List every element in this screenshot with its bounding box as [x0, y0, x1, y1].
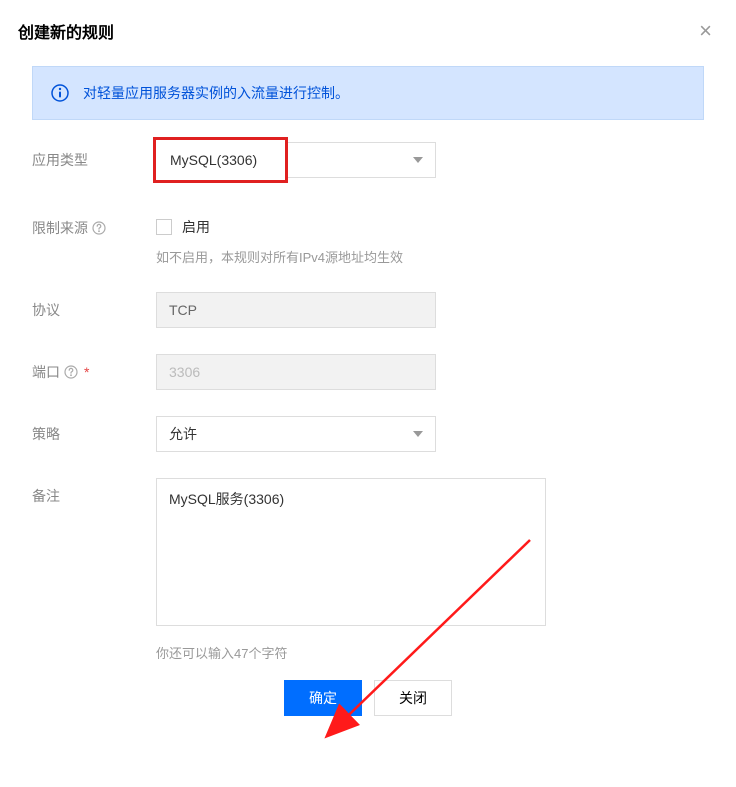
dialog-title: 创建新的规则 [18, 19, 114, 43]
remark-textarea[interactable] [156, 478, 546, 626]
info-banner: 对轻量应用服务器实例的入流量进行控制。 [32, 66, 704, 120]
label-app-type: 应用类型 [32, 142, 156, 170]
highlight-annotation: MySQL(3306) [153, 137, 288, 183]
restrict-source-checkbox-label: 启用 [182, 217, 210, 237]
restrict-source-hint: 如不启用，本规则对所有IPv4源地址均生效 [156, 247, 704, 266]
chevron-down-icon [413, 431, 423, 437]
remark-char-hint: 你还可以输入47个字符 [156, 643, 704, 662]
label-restrict-source: 限制来源 [32, 210, 156, 238]
policy-value: 允许 [169, 424, 197, 444]
dialog-header: 创建新的规则 × [18, 18, 718, 44]
info-banner-text: 对轻量应用服务器实例的入流量进行控制。 [83, 83, 349, 103]
label-port: 端口 * [32, 354, 156, 382]
label-protocol: 协议 [32, 292, 156, 320]
required-mark: * [84, 364, 89, 380]
dialog-footer: 确定 关闭 [18, 672, 718, 734]
protocol-field: TCP [156, 292, 436, 328]
help-icon[interactable] [92, 221, 106, 235]
close-icon[interactable]: × [693, 18, 718, 44]
label-remark: 备注 [32, 478, 156, 506]
info-icon [51, 84, 69, 102]
app-type-value: MySQL(3306) [156, 140, 285, 180]
chevron-down-icon [413, 157, 423, 163]
close-button[interactable]: 关闭 [374, 680, 452, 716]
help-icon[interactable] [64, 365, 78, 379]
label-policy: 策略 [32, 416, 156, 444]
restrict-source-checkbox[interactable] [156, 219, 172, 235]
policy-select[interactable]: 允许 [156, 416, 436, 452]
confirm-button[interactable]: 确定 [284, 680, 362, 716]
port-field: 3306 [156, 354, 436, 390]
